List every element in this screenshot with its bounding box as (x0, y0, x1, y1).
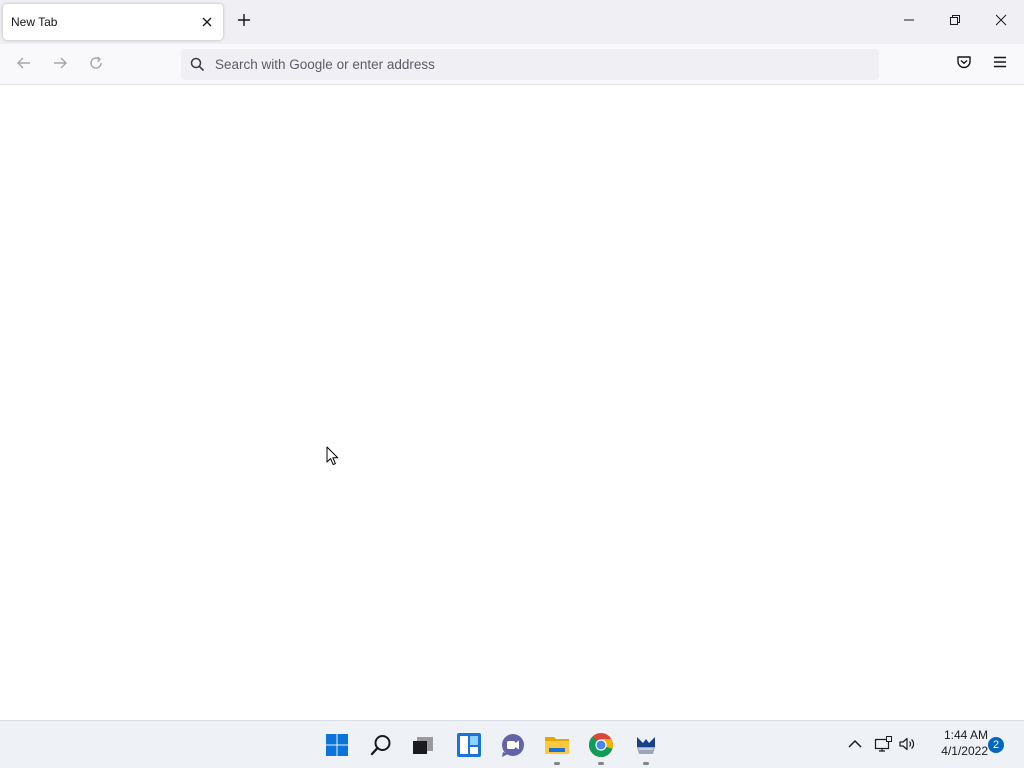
volume-icon[interactable] (897, 734, 917, 754)
minimize-icon (903, 13, 915, 31)
close-window-button[interactable] (985, 6, 1017, 38)
navigation-toolbar (0, 44, 1024, 85)
restore-button[interactable] (939, 6, 971, 38)
running-indicator (554, 762, 560, 765)
minimize-button[interactable] (893, 6, 925, 38)
chrome-icon[interactable] (585, 729, 617, 761)
arrow-right-icon (52, 55, 68, 76)
file-explorer-icon[interactable] (541, 729, 573, 761)
new-tab-button[interactable] (232, 10, 256, 34)
task-view-icon[interactable] (407, 729, 439, 761)
running-indicator (643, 762, 649, 765)
notification-badge[interactable]: 2 (988, 737, 1004, 753)
arrow-left-icon (16, 55, 32, 76)
pocket-icon (956, 54, 972, 75)
page-content[interactable] (0, 85, 1024, 720)
clock-time: 1:44 AM (943, 728, 988, 742)
restore-icon (949, 13, 961, 31)
mouse-cursor-icon (326, 446, 340, 466)
reload-button[interactable] (83, 52, 109, 78)
tab-title: New Tab (11, 15, 58, 29)
search-icon[interactable] (365, 729, 397, 761)
address-bar[interactable] (181, 49, 879, 80)
plus-icon (237, 13, 251, 32)
widgets-icon[interactable] (453, 729, 485, 761)
hamburger-menu-icon (993, 55, 1007, 73)
pocket-button[interactable] (952, 52, 976, 76)
teams-chat-icon[interactable] (497, 729, 529, 761)
running-indicator (598, 762, 604, 765)
reload-icon (88, 55, 104, 76)
search-icon (189, 56, 206, 73)
clock-date: 4/1/2022 (941, 744, 988, 758)
forward-button[interactable] (47, 52, 73, 78)
app-icon[interactable] (630, 729, 662, 761)
system-clock[interactable]: 1:44 AM 4/1/2022 (926, 727, 988, 759)
browser-window: New Tab (0, 0, 1024, 720)
windows-start-icon[interactable] (321, 729, 353, 761)
tab-strip: New Tab (0, 0, 1024, 44)
app-menu-button[interactable] (988, 52, 1012, 76)
close-icon[interactable] (198, 13, 216, 31)
tab-new-tab[interactable]: New Tab (3, 4, 223, 40)
network-icon[interactable] (873, 734, 893, 754)
chevron-up-icon[interactable] (845, 734, 865, 754)
close-icon (995, 13, 1007, 31)
back-button[interactable] (11, 52, 37, 78)
taskbar: 1:44 AM 4/1/2022 2 (0, 720, 1024, 768)
address-input[interactable] (215, 49, 865, 80)
